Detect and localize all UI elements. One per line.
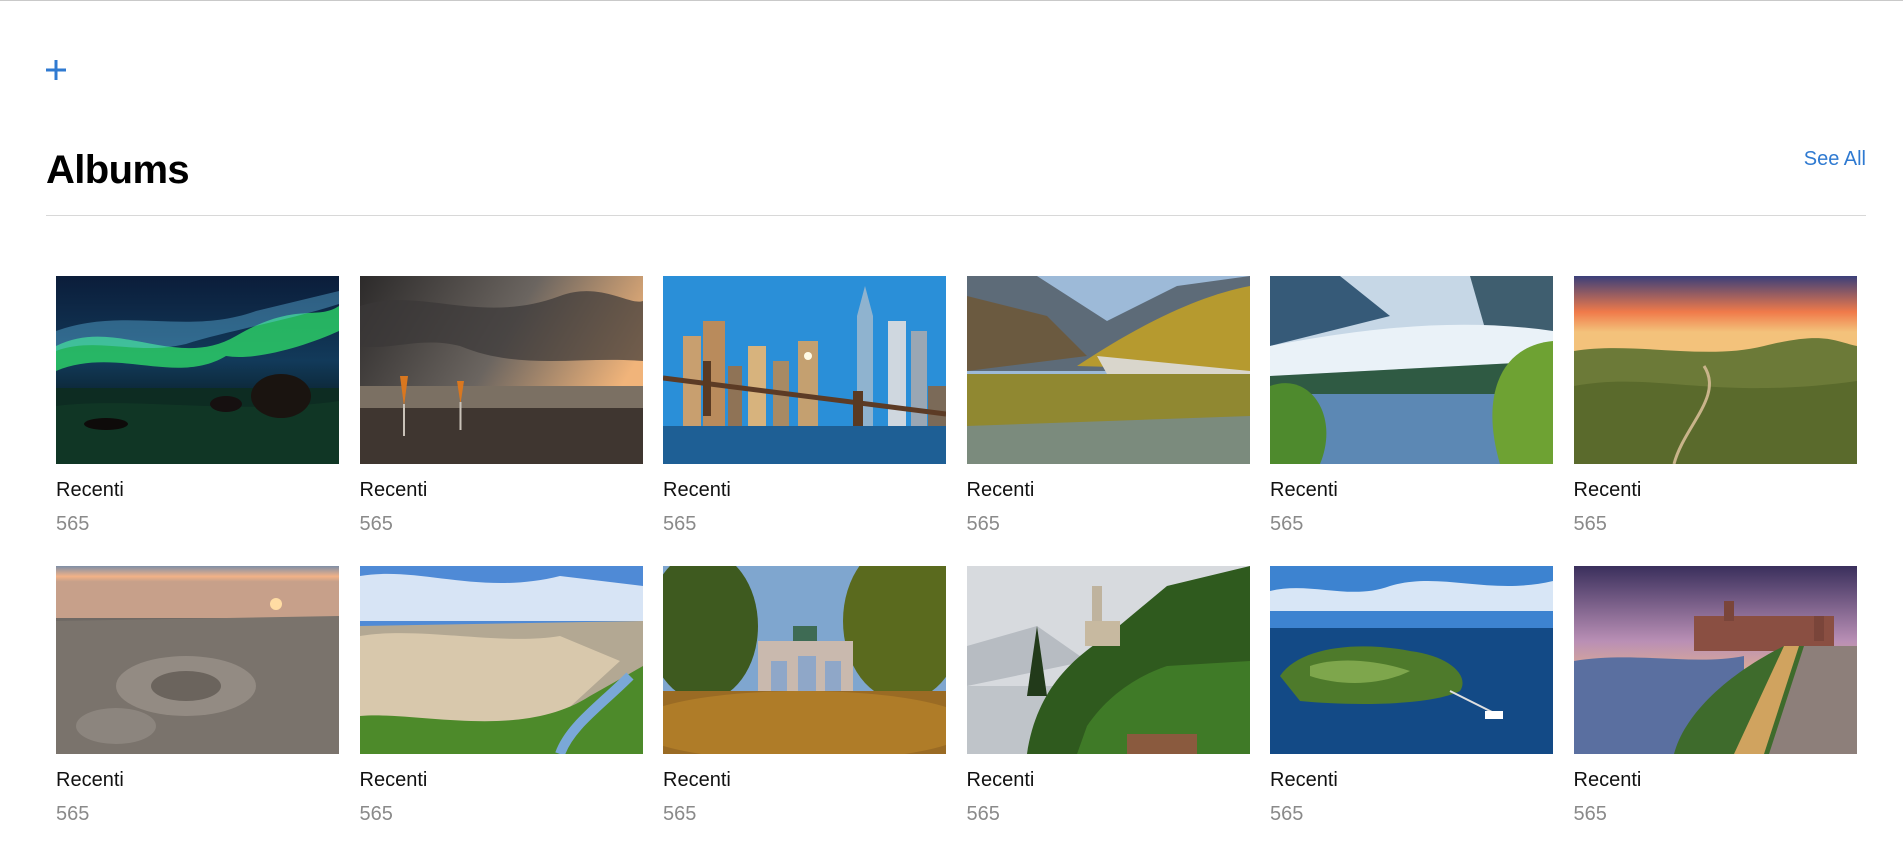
album-count: 565 (966, 513, 1000, 535)
album-count: 565 (56, 513, 90, 535)
album-count: 565 (359, 513, 393, 535)
album-title: Recenti (56, 769, 124, 791)
album-title: Recenti (1573, 479, 1642, 501)
album-card[interactable]: Recenti 565 (1573, 566, 1857, 825)
album-count: 565 (966, 803, 1000, 825)
album-thumbnail (1270, 276, 1553, 464)
album-thumbnail (1573, 276, 1857, 464)
album-card[interactable]: Recenti 565 (966, 566, 1250, 825)
album-thumbnail (359, 566, 643, 754)
album-title: Recenti (56, 479, 124, 501)
album-card[interactable]: Recenti 565 (663, 566, 946, 825)
album-card[interactable]: Recenti 565 (56, 566, 339, 825)
album-thumbnail (966, 566, 1250, 754)
header-divider (46, 215, 1866, 216)
album-count: 565 (1270, 513, 1304, 535)
album-card[interactable]: Recenti 565 (359, 566, 643, 825)
album-card[interactable]: Recenti 565 (1270, 276, 1553, 535)
album-count: 565 (1270, 803, 1304, 825)
album-title: Recenti (359, 479, 428, 501)
album-title: Recenti (1573, 769, 1642, 791)
album-thumbnail (359, 276, 643, 464)
plus-icon (46, 60, 66, 80)
album-card[interactable]: Recenti 565 (56, 276, 339, 535)
page-title: Albums (46, 148, 190, 192)
album-title: Recenti (1270, 769, 1338, 791)
see-all-link[interactable]: See All (1804, 148, 1866, 171)
album-title: Recenti (966, 479, 1035, 501)
album-thumbnail (663, 566, 946, 754)
album-thumbnail (56, 566, 339, 754)
album-thumbnail (663, 276, 946, 464)
album-grid: Recenti 565 Recenti 565 Recenti 565 Rece… (56, 276, 1857, 825)
album-thumbnail (1573, 566, 1857, 754)
album-count: 565 (56, 803, 90, 825)
album-thumbnail (1270, 566, 1553, 754)
album-card[interactable]: Recenti 565 (663, 276, 946, 535)
album-count: 565 (359, 803, 393, 825)
album-title: Recenti (663, 479, 731, 501)
album-count: 565 (1573, 803, 1607, 825)
album-card[interactable]: Recenti 565 (359, 276, 643, 535)
album-title: Recenti (966, 769, 1035, 791)
album-card[interactable]: Recenti 565 (966, 276, 1250, 535)
add-album-button[interactable] (44, 58, 68, 82)
albums-header: Albums See All (46, 146, 1866, 216)
album-thumbnail (56, 276, 339, 464)
album-count: 565 (663, 513, 697, 535)
album-count: 565 (663, 803, 697, 825)
album-count: 565 (1573, 513, 1607, 535)
album-thumbnail (966, 276, 1250, 464)
album-title: Recenti (663, 769, 731, 791)
album-title: Recenti (359, 769, 428, 791)
album-card[interactable]: Recenti 565 (1270, 566, 1553, 825)
top-border (0, 0, 1903, 1)
album-card[interactable]: Recenti 565 (1573, 276, 1857, 535)
album-title: Recenti (1270, 479, 1338, 501)
